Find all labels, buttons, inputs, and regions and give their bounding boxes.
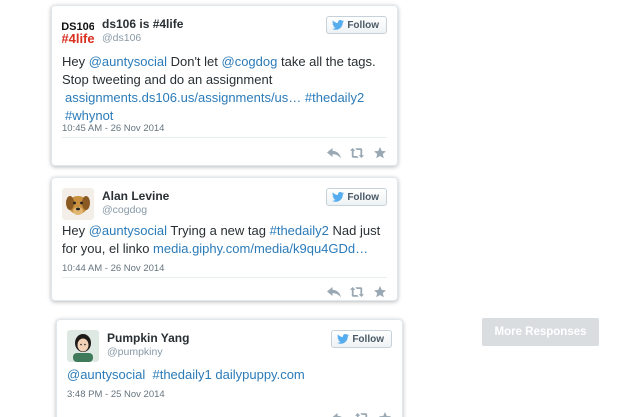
tweet-text: Hey @auntysocial Trying a new tag #theda…	[62, 222, 387, 258]
hashtag-link[interactable]: #thedaily2	[305, 90, 364, 105]
tweet-card-pumpkiny: Pumpkin Yang @pumpkiny Follow @auntysoci…	[56, 319, 403, 417]
reply-icon[interactable]	[332, 412, 346, 417]
tweet-text-segment: Hey	[62, 223, 89, 238]
follow-button[interactable]: Follow	[326, 16, 387, 34]
tweet-card-cogdog: Alan Levine @cogdog Follow Hey @auntysoc…	[51, 177, 398, 301]
person-avatar-icon	[67, 330, 99, 362]
tweet-text-segment: Trying a new tag	[166, 223, 270, 238]
url-link[interactable]: media.giphy.com/media/k9qu4GDd…	[153, 241, 368, 256]
svg-text:#4life: #4life	[62, 31, 94, 46]
mention-link[interactable]: @auntysocial	[67, 367, 145, 382]
avatar[interactable]	[67, 330, 99, 362]
favorite-star-icon[interactable]	[378, 412, 392, 417]
retweet-icon[interactable]	[355, 412, 369, 417]
user-handle[interactable]: @cogdog	[102, 204, 147, 216]
twitter-bird-icon	[332, 20, 345, 30]
tweet-text-segment: Don't let	[166, 54, 222, 69]
hashtag-link[interactable]: #thedaily2	[270, 223, 329, 238]
tweet-header: DS106 #4life ds106 is #4life @ds106 Foll…	[62, 16, 387, 48]
tweet-actions	[327, 146, 387, 160]
tweet-text: Hey @auntysocial Don't let @cogdog take …	[62, 53, 387, 125]
follow-button[interactable]: Follow	[331, 330, 392, 348]
avatar[interactable]	[62, 188, 94, 220]
tweet-text-segment: Hey	[62, 54, 89, 69]
mention-link[interactable]: @cogdog	[222, 54, 278, 69]
tweet-actions	[327, 285, 387, 299]
mention-link[interactable]: @auntysocial	[89, 54, 167, 69]
display-name[interactable]: Pumpkin Yang	[107, 331, 189, 345]
page: DS106 #4life ds106 is #4life @ds106 Foll…	[0, 0, 630, 417]
retweet-icon[interactable]	[350, 286, 364, 298]
tweet-timestamp[interactable]: 10:44 AM - 26 Nov 2014	[62, 263, 164, 274]
mention-link[interactable]: @auntysocial	[89, 223, 167, 238]
follow-label: Follow	[347, 191, 379, 203]
ds106-logo-icon: DS106 #4life	[62, 16, 94, 48]
twitter-bird-icon	[332, 192, 345, 202]
follow-label: Follow	[352, 333, 384, 345]
follow-button[interactable]: Follow	[326, 188, 387, 206]
follow-label: Follow	[347, 19, 379, 31]
divider	[62, 277, 387, 278]
display-name[interactable]: Alan Levine	[102, 189, 169, 203]
dog-avatar-icon	[62, 188, 94, 220]
hashtag-link[interactable]: #whynot	[65, 108, 113, 123]
reply-icon[interactable]	[327, 147, 341, 159]
url-link[interactable]: assignments.ds106.us/assignments/us…	[65, 90, 301, 105]
tweet-card-ds106: DS106 #4life ds106 is #4life @ds106 Foll…	[51, 5, 398, 166]
tweet-timestamp[interactable]: 3:48 PM - 25 Nov 2014	[67, 389, 165, 400]
hashtag-link[interactable]: #thedaily1	[152, 367, 211, 382]
reply-icon[interactable]	[327, 286, 341, 298]
tweet-actions	[332, 411, 392, 417]
url-link[interactable]: dailypuppy.com	[215, 367, 304, 382]
user-handle[interactable]: @ds106	[102, 32, 141, 44]
tweet-header: Pumpkin Yang @pumpkiny Follow	[67, 330, 392, 362]
avatar[interactable]: DS106 #4life	[62, 16, 94, 48]
display-name[interactable]: ds106 is #4life	[102, 17, 183, 31]
tweet-timestamp[interactable]: 10:45 AM - 26 Nov 2014	[62, 123, 164, 134]
divider	[62, 137, 387, 138]
more-responses-button[interactable]: More Responses	[482, 318, 599, 346]
twitter-bird-icon	[337, 334, 350, 344]
favorite-star-icon[interactable]	[373, 147, 387, 159]
retweet-icon[interactable]	[350, 147, 364, 159]
user-handle[interactable]: @pumpkiny	[107, 346, 163, 358]
tweet-header: Alan Levine @cogdog Follow	[62, 188, 387, 220]
tweet-text: @auntysocial #thedaily1 dailypuppy.com	[67, 366, 392, 384]
favorite-star-icon[interactable]	[373, 286, 387, 298]
